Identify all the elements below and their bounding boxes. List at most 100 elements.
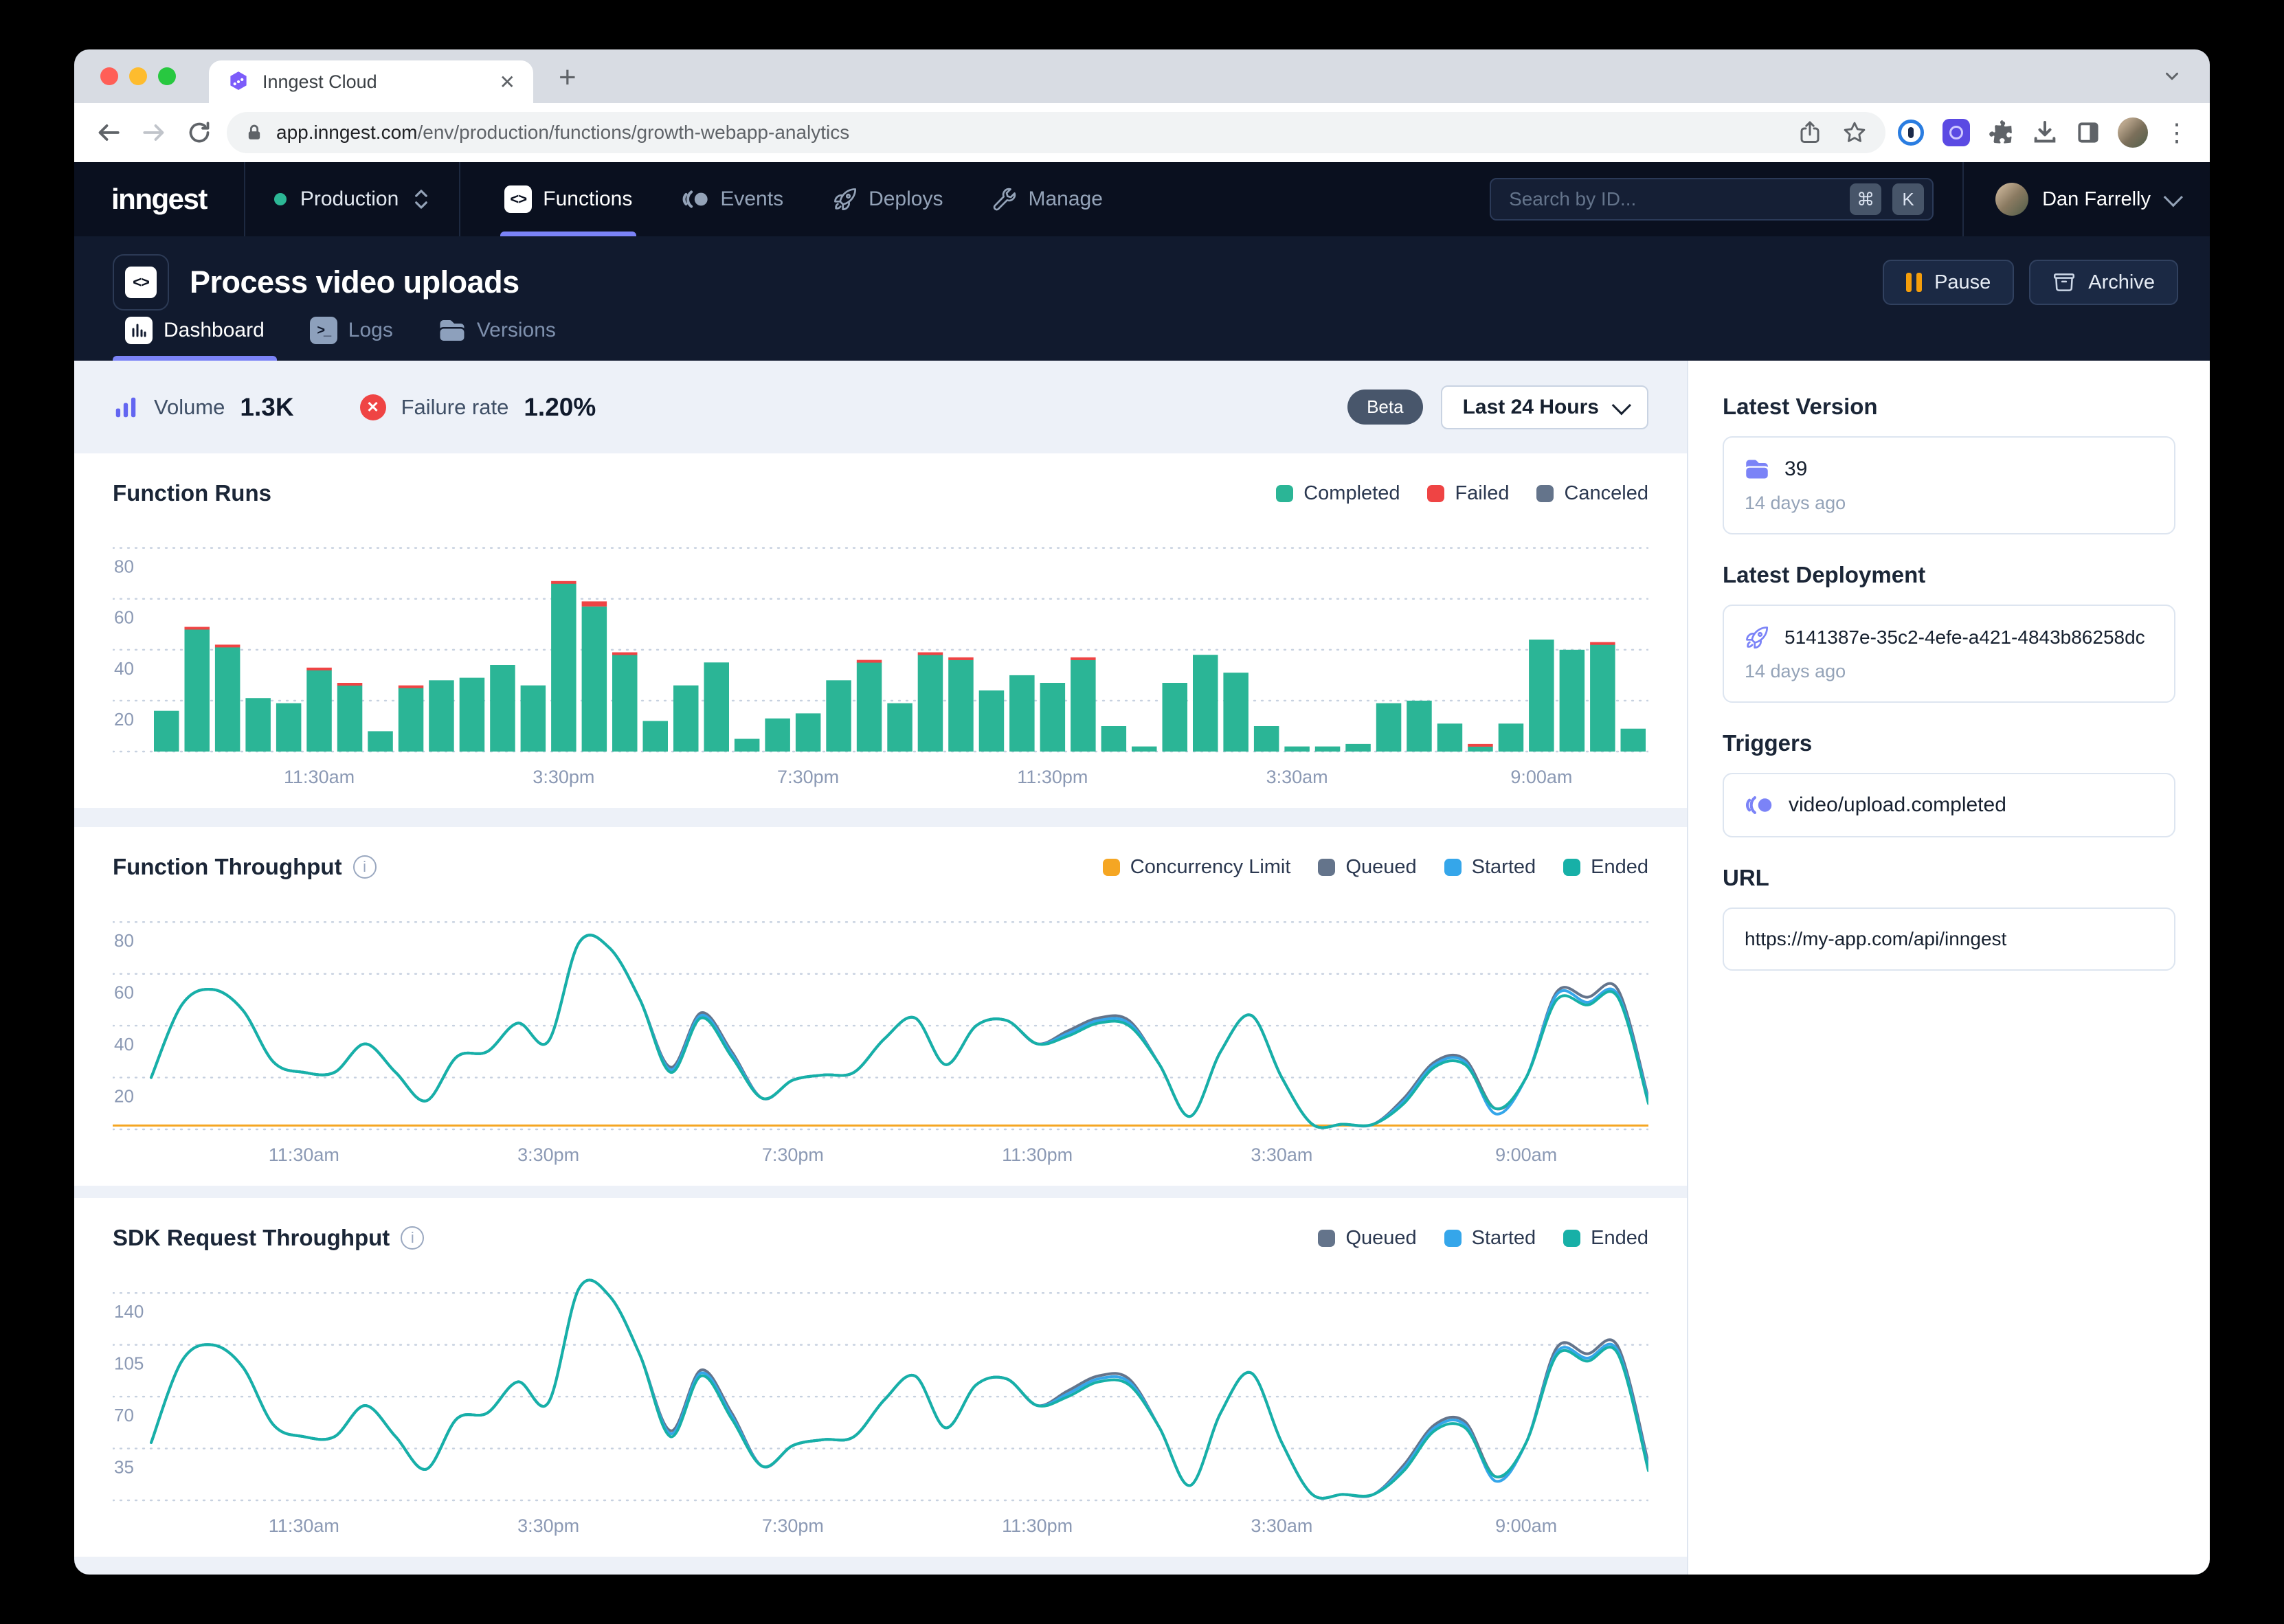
share-icon[interactable] <box>1798 120 1822 145</box>
details-sidebar: Latest Version 39 14 days ago Latest Dep… <box>1687 361 2210 1575</box>
browser-tab[interactable]: Inngest Cloud ✕ <box>209 60 533 103</box>
nav-item-deploys[interactable]: Deploys <box>808 162 967 236</box>
volume-label: Volume <box>154 395 225 420</box>
nav-item-label: Manage <box>1028 188 1102 211</box>
legend-label: Ended <box>1591 1227 1648 1250</box>
bookmark-star-icon[interactable] <box>1841 120 1868 146</box>
svg-text:35: 35 <box>114 1457 134 1478</box>
sdk-throughput-legend: Queued Started Ended <box>1318 1227 1648 1250</box>
nav-item-label: Events <box>720 188 783 211</box>
function-throughput-line-chart[interactable]: 2040608011:30am3:30pm7:30pm11:30pm3:30am… <box>113 896 1648 1168</box>
legend-item[interactable]: Completed <box>1276 482 1400 505</box>
legend-swatch <box>1318 859 1335 876</box>
purple-extension-icon[interactable] <box>1942 118 1971 147</box>
browser-menu-icon[interactable]: ⋮ <box>2164 120 2189 145</box>
tab-close-icon[interactable]: ✕ <box>500 71 515 93</box>
svg-text:40: 40 <box>114 658 134 679</box>
downloads-icon[interactable] <box>2031 119 2059 146</box>
svg-text:80: 80 <box>114 556 134 577</box>
function-runs-legend: Completed Failed Canceled <box>1276 482 1648 505</box>
latest-deployment-heading: Latest Deployment <box>1723 562 2175 588</box>
beta-badge: Beta <box>1347 390 1423 425</box>
archive-button[interactable]: Archive <box>2029 260 2178 305</box>
latest-version-card[interactable]: 39 14 days ago <box>1723 436 2175 534</box>
search-placeholder: Search by ID... <box>1509 188 1839 210</box>
function-tabs: Dashboard >_ Logs Versions <box>113 317 568 361</box>
archive-icon <box>2052 271 2076 294</box>
legend-item[interactable]: Queued <box>1318 856 1416 879</box>
volume-value: 1.3K <box>240 393 293 422</box>
legend-swatch <box>1103 859 1120 876</box>
legend-item[interactable]: Started <box>1444 856 1536 879</box>
tab-dashboard[interactable]: Dashboard <box>113 317 277 361</box>
nav-item-manage[interactable]: Manage <box>967 162 1127 236</box>
sdk-throughput-line-chart[interactable]: 357010514011:30am3:30pm7:30pm11:30pm3:30… <box>113 1267 1648 1539</box>
user-name: Dan Farrelly <box>2042 188 2151 211</box>
svg-text:11:30pm: 11:30pm <box>1002 1144 1073 1165</box>
nav-item-events[interactable]: Events <box>657 162 808 236</box>
pause-button[interactable]: Pause <box>1883 260 2014 305</box>
svg-text:9:00am: 9:00am <box>1495 1144 1557 1165</box>
minimize-window-button[interactable] <box>129 67 147 85</box>
failure-x-icon: ✕ <box>360 394 386 420</box>
events-icon <box>682 188 709 211</box>
browser-profile-avatar[interactable] <box>2118 117 2148 148</box>
chevron-down-icon <box>1612 396 1631 415</box>
tab-versions[interactable]: Versions <box>426 317 568 361</box>
legend-item[interactable]: Canceled <box>1536 482 1648 505</box>
address-bar[interactable]: app.inngest.com/env/production/functions… <box>227 112 1885 153</box>
inngest-logo[interactable]: inngest <box>74 183 244 216</box>
environment-switcher[interactable]: Production <box>245 188 459 211</box>
legend-item[interactable]: Concurrency Limit <box>1103 856 1291 879</box>
function-header: <> Process video uploads Pause Archive D… <box>74 236 2210 361</box>
puzzle-extensions-icon[interactable] <box>1987 119 2015 146</box>
info-icon[interactable]: i <box>353 855 377 879</box>
volume-stat: Volume 1.3K <box>113 393 294 422</box>
legend-label: Ended <box>1591 856 1648 879</box>
browser-urlbar: app.inngest.com/env/production/functions… <box>74 103 2210 162</box>
inngest-favicon <box>227 70 250 93</box>
trigger-event-name: video/upload.completed <box>1789 793 2006 817</box>
svg-text:3:30am: 3:30am <box>1266 767 1328 787</box>
maximize-window-button[interactable] <box>158 67 176 85</box>
env-updown-icon <box>412 188 430 211</box>
function-url: https://my-app.com/api/inngest <box>1745 928 2006 950</box>
tab-logs[interactable]: >_ Logs <box>298 317 405 361</box>
app-nav: inngest Production <> Functions Events <box>74 162 2210 236</box>
legend-swatch <box>1563 859 1580 876</box>
user-menu[interactable]: Dan Farrelly <box>1964 162 2210 236</box>
new-tab-button[interactable]: + <box>559 60 576 95</box>
back-icon[interactable] <box>95 119 122 146</box>
close-window-button[interactable] <box>100 67 118 85</box>
nav-item-functions[interactable]: <> Functions <box>480 162 657 236</box>
legend-item[interactable]: Ended <box>1563 1227 1648 1250</box>
stats-bar: Volume 1.3K ✕ Failure rate 1.20% Beta La… <box>74 361 1687 453</box>
legend-label: Queued <box>1345 856 1416 879</box>
failure-label: Failure rate <box>401 395 509 420</box>
svg-text:9:00am: 9:00am <box>1495 1515 1557 1536</box>
info-icon[interactable]: i <box>401 1226 424 1250</box>
search-input[interactable]: Search by ID... ⌘ K <box>1490 178 1934 221</box>
url-card[interactable]: https://my-app.com/api/inngest <box>1723 907 2175 971</box>
trigger-card[interactable]: video/upload.completed <box>1723 773 2175 837</box>
rocket-icon <box>833 187 858 212</box>
time-range-dropdown[interactable]: Last 24 Hours <box>1441 385 1648 429</box>
time-range-label: Last 24 Hours <box>1463 396 1599 419</box>
reload-icon[interactable] <box>186 119 213 146</box>
legend-item[interactable]: Failed <box>1427 482 1509 505</box>
function-icon: <> <box>113 254 169 311</box>
reading-mode-icon[interactable] <box>2075 120 2101 146</box>
forward-icon[interactable] <box>140 119 168 146</box>
legend-item[interactable]: Started <box>1444 1227 1536 1250</box>
tab-search-chevron-icon[interactable] <box>2162 66 2182 87</box>
svg-text:11:30am: 11:30am <box>269 1515 339 1536</box>
browser-window: Inngest Cloud ✕ + app.innge <box>74 49 2210 1575</box>
latest-deployment-card[interactable]: 5141387e-35c2-4efe-a421-4843b86258dc 14 … <box>1723 605 2175 703</box>
legend-item[interactable]: Ended <box>1563 856 1648 879</box>
legend-item[interactable]: Queued <box>1318 1227 1416 1250</box>
function-runs-bar-chart[interactable]: 2040608011:30am3:30pm7:30pm11:30pm3:30am… <box>113 522 1648 790</box>
svg-text:11:30am: 11:30am <box>269 1144 339 1165</box>
chevron-down-icon <box>2164 188 2183 207</box>
dashboard-main: Volume 1.3K ✕ Failure rate 1.20% Beta La… <box>74 361 1687 1575</box>
onepassword-extension-icon[interactable] <box>1896 118 1925 147</box>
